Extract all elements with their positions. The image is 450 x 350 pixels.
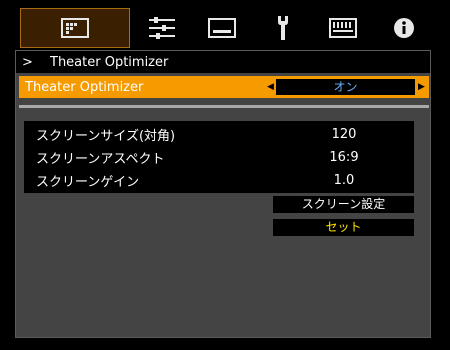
screen-info-box: スクリーンサイズ(対角) 120 スクリーンアスペクト 16:9 スクリーンゲイ…: [24, 121, 414, 193]
tab-keyboard[interactable]: [321, 8, 365, 48]
settings-panel: > Theater Optimizer Theater Optimizer ◀ …: [15, 50, 431, 338]
option-value[interactable]: オン: [276, 79, 415, 95]
breadcrumb-marker: >: [22, 54, 33, 70]
tab-settings-list[interactable]: [140, 8, 184, 48]
theater-optimizer-row[interactable]: Theater Optimizer ◀ オン ▶: [19, 76, 429, 98]
display-icon: [208, 18, 236, 38]
info-row-screen-aspect: スクリーンアスペクト 16:9: [24, 146, 414, 168]
settings-list-icon: [149, 17, 175, 39]
info-icon: [394, 18, 414, 38]
info-row-screen-size: スクリーンサイズ(対角) 120: [24, 123, 414, 145]
keyboard-icon: [329, 18, 357, 38]
info-value: 1.0: [333, 172, 355, 188]
page-title: Theater Optimizer: [50, 54, 169, 70]
menu-tab-bar: [15, 8, 435, 48]
tab-tools[interactable]: [261, 8, 305, 48]
info-value: 120: [331, 126, 357, 142]
info-key: スクリーンアスペクト: [36, 151, 165, 167]
info-key: スクリーンサイズ(対角): [36, 128, 176, 144]
info-key: スクリーンゲイン: [36, 174, 140, 190]
arrow-left-icon[interactable]: ◀: [267, 76, 274, 98]
set-button[interactable]: セット: [273, 219, 414, 236]
picture-adjust-icon: [61, 18, 89, 38]
tab-picture-adjust[interactable]: [20, 8, 130, 48]
option-label: Theater Optimizer: [25, 79, 144, 95]
tab-info[interactable]: [382, 8, 426, 48]
divider: [19, 105, 429, 108]
screen-settings-button[interactable]: スクリーン設定: [273, 196, 414, 213]
arrow-right-icon[interactable]: ▶: [418, 76, 425, 98]
tab-display[interactable]: [200, 8, 244, 48]
info-value: 16:9: [329, 149, 359, 165]
breadcrumb: > Theater Optimizer: [16, 51, 430, 73]
wrench-icon: [278, 16, 288, 40]
info-row-screen-gain: スクリーンゲイン 1.0: [24, 169, 414, 191]
